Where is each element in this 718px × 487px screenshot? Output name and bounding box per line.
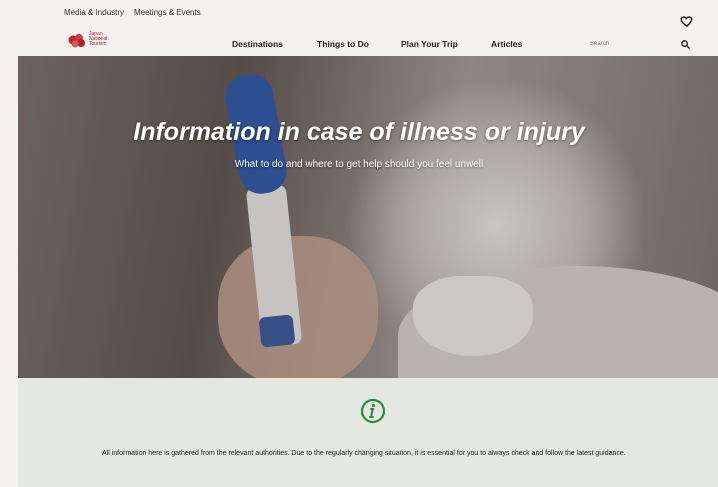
main-nav: Japan National Tourism Destinations Thin… [0, 26, 718, 56]
nav-articles[interactable]: Articles [491, 39, 522, 49]
utility-link-meetings[interactable]: Meetings & Events [134, 8, 201, 17]
logo-mark-icon [68, 34, 85, 48]
notice-panel: All information here is gathered from th… [18, 378, 718, 487]
search-input[interactable] [590, 38, 664, 49]
nav-destinations[interactable]: Destinations [232, 39, 283, 49]
notice-text: All information here is gathered from th… [102, 450, 626, 457]
hero-banner [18, 56, 718, 378]
logo-text-line: Tourism [89, 41, 107, 47]
search-icon[interactable] [680, 39, 691, 50]
utility-nav: Media & Industry Meetings & Events [64, 8, 211, 17]
utility-link-media[interactable]: Media & Industry [64, 8, 124, 17]
logo-text: Japan National Tourism [89, 32, 125, 47]
site-logo[interactable]: Japan National Tourism [66, 29, 126, 51]
page-subtitle: What to do and where to get help should … [234, 159, 484, 170]
nav-plan-your-trip[interactable]: Plan Your Trip [401, 39, 458, 49]
nav-things-to-do[interactable]: Things to Do [317, 39, 369, 49]
info-icon [360, 398, 386, 424]
page-title: Information in case of illness or injury [133, 118, 585, 146]
hero-overlay [18, 56, 718, 378]
